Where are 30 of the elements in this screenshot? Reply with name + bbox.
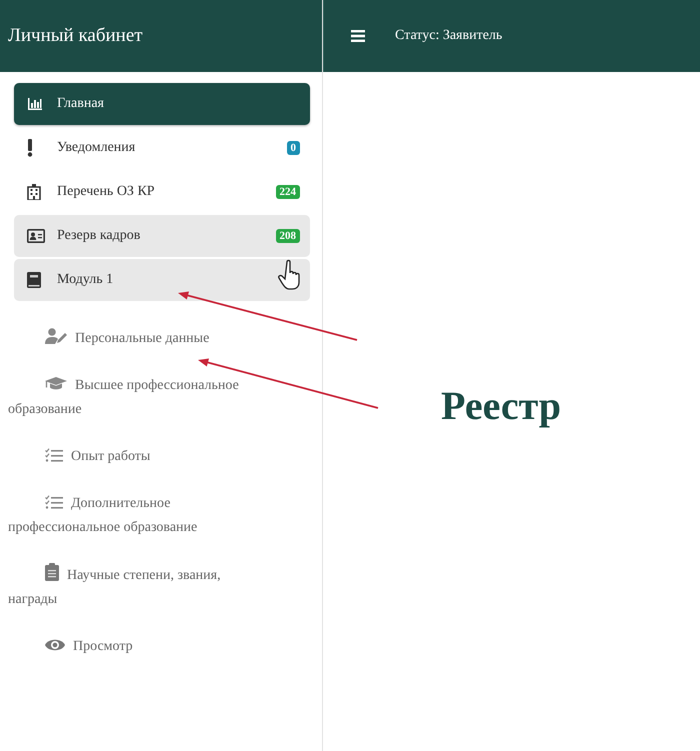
eye-icon xyxy=(45,638,65,652)
submenu-item[interactable]: Просмотр xyxy=(8,635,258,659)
hand-cursor-icon xyxy=(278,260,300,290)
clipboard-icon xyxy=(45,563,59,581)
submenu-item[interactable]: Высшее профессиональное образование xyxy=(8,374,258,422)
sidebar-item[interactable]: Модуль 1 xyxy=(14,259,310,301)
menu-icon[interactable] xyxy=(351,30,365,42)
submenu-item[interactable]: Дополнительное профессиональное образование xyxy=(8,492,258,540)
sidebar-item[interactable]: Перечень ОЗ КР 224 xyxy=(14,171,310,213)
sidebar-item[interactable]: Главная xyxy=(14,83,310,125)
sidebar-item[interactable]: Резерв кадров 208 xyxy=(14,215,310,257)
count-badge: 224 xyxy=(276,185,300,199)
submenu-item[interactable]: Персональные данные xyxy=(8,327,258,351)
page-heading: Реестр xyxy=(441,382,562,429)
exclamation-icon xyxy=(27,139,33,157)
book-icon xyxy=(27,272,41,288)
building-icon xyxy=(27,184,41,200)
submenu-item[interactable]: Опыт работы xyxy=(8,445,258,469)
status-label: Статус: Заявитель xyxy=(395,28,502,44)
submenu-item[interactable]: Научные степени, звания, награды xyxy=(8,563,258,612)
sidebar-title: Личный кабинет xyxy=(8,25,143,47)
graduation-cap-icon xyxy=(45,377,67,391)
checklist-icon xyxy=(45,448,63,462)
id-card-icon xyxy=(27,229,45,243)
checklist-icon xyxy=(45,495,63,509)
user-edit-icon xyxy=(45,328,67,344)
sidebar-item[interactable]: Уведомления 0 xyxy=(14,127,310,169)
count-badge: 0 xyxy=(286,141,300,155)
chart-icon xyxy=(27,97,43,111)
count-badge: 208 xyxy=(276,229,300,243)
